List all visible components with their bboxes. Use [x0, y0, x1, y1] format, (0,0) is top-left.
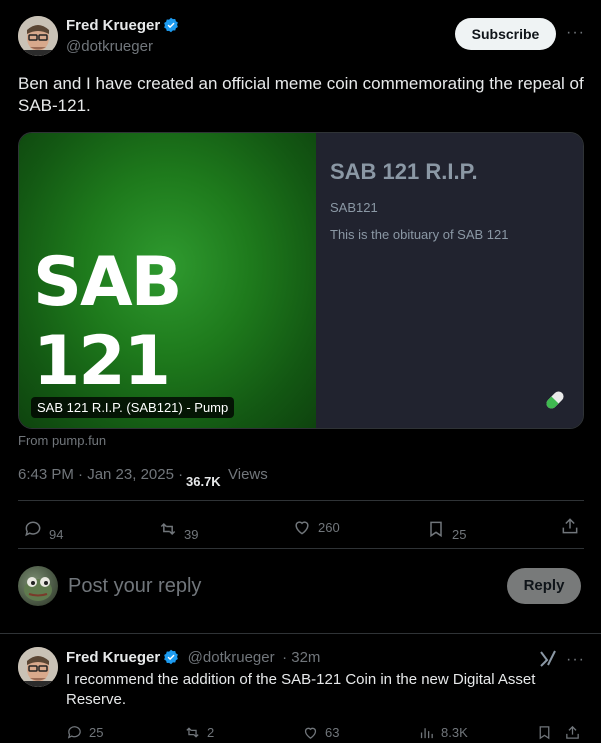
like-action[interactable]: 260 — [292, 517, 340, 537]
more-options-icon[interactable]: ··· — [566, 24, 585, 42]
bookmark-action[interactable]: 25 — [426, 515, 466, 542]
own-avatar[interactable] — [18, 566, 58, 606]
reply-author-avatar[interactable] — [18, 647, 58, 687]
subscribe-button[interactable]: Subscribe — [455, 18, 556, 50]
pill-icon — [542, 387, 568, 418]
divider — [18, 500, 584, 501]
reply-like-action[interactable]: 63 — [302, 724, 339, 741]
reply-text: I recommend the addition of the SAB-121 … — [66, 671, 536, 708]
reply-like-count: 63 — [325, 725, 340, 740]
link-card[interactable]: SAB 121 SAB 121 R.I.P. (SAB121) - Pump S… — [18, 132, 584, 429]
bookmark-icon — [430, 521, 442, 537]
reply-time[interactable]: · 32m — [282, 649, 320, 666]
verified-badge-icon — [163, 649, 179, 665]
author-avatar[interactable] — [18, 16, 58, 56]
repost-icon — [186, 727, 199, 738]
like-count: 260 — [318, 519, 340, 535]
reply-count: 94 — [49, 527, 64, 542]
card-image-text: SAB 121 — [33, 243, 182, 401]
bookmark-count: 25 — [452, 527, 467, 542]
tweet-timestamp[interactable]: 6:43 PM · Jan 23, 2025 · — [18, 466, 183, 483]
card-image: SAB 121 SAB 121 R.I.P. (SAB121) - Pump — [19, 133, 316, 428]
repost-action[interactable]: 39 — [158, 515, 198, 542]
frog-avatar-image — [24, 577, 52, 601]
reply-views-action[interactable]: 8.3K — [418, 724, 468, 741]
share-icon — [562, 518, 578, 534]
card-description: This is the obituary of SAB 121 — [330, 227, 509, 242]
reply-author-name[interactable]: Fred Krueger — [66, 649, 160, 666]
bookmark-icon — [539, 726, 550, 740]
share-action[interactable] — [560, 516, 586, 536]
views-count: 36.7K — [186, 474, 221, 489]
divider — [0, 633, 601, 634]
repost-count: 39 — [184, 527, 199, 542]
avatar-image — [18, 647, 58, 687]
repost-icon — [160, 522, 176, 535]
reply-reply-count: 25 — [89, 725, 104, 740]
tweet-text: Ben and I have created an official meme … — [18, 74, 584, 115]
card-details: SAB 121 R.I.P. SAB121 This is the obitua… — [316, 133, 583, 428]
card-source[interactable]: From pump.fun — [18, 433, 106, 448]
reply-header: Fred Krueger @dotkrueger · 32m — [66, 649, 320, 667]
card-title: SAB 121 R.I.P. — [330, 159, 478, 184]
divider — [18, 548, 584, 549]
reply-reply-action[interactable]: 25 — [66, 724, 103, 741]
card-ticker: SAB121 — [330, 200, 378, 215]
reply-views-count: 8.3K — [441, 725, 468, 740]
heart-icon — [295, 521, 309, 535]
reply-bookmark-action[interactable] — [536, 724, 559, 741]
reply-repost-count: 2 — [207, 725, 215, 740]
verified-badge-icon — [163, 17, 179, 33]
reply-author-handle[interactable]: @dotkrueger — [188, 649, 275, 666]
analytics-icon — [420, 728, 433, 739]
reply-action[interactable]: 94 — [23, 515, 63, 542]
card-overlay-label: SAB 121 R.I.P. (SAB121) - Pump — [31, 397, 235, 418]
share-icon — [566, 725, 579, 739]
avatar-image — [18, 16, 58, 56]
reply-more-options-icon[interactable]: ··· — [566, 651, 585, 669]
reply-button[interactable]: Reply — [507, 568, 581, 604]
author-handle[interactable]: @dotkrueger — [66, 38, 153, 55]
reply-icon — [25, 521, 41, 536]
reply-repost-action[interactable]: 2 — [184, 724, 214, 741]
reply-icon — [67, 726, 81, 739]
reply-share-action[interactable] — [564, 724, 587, 741]
author-name[interactable]: Fred Krueger — [66, 17, 160, 34]
reply-input[interactable]: Post your reply — [68, 575, 201, 598]
heart-icon — [304, 727, 317, 739]
author-name-row: Fred Krueger — [66, 17, 179, 35]
views-label: Views — [228, 466, 268, 483]
